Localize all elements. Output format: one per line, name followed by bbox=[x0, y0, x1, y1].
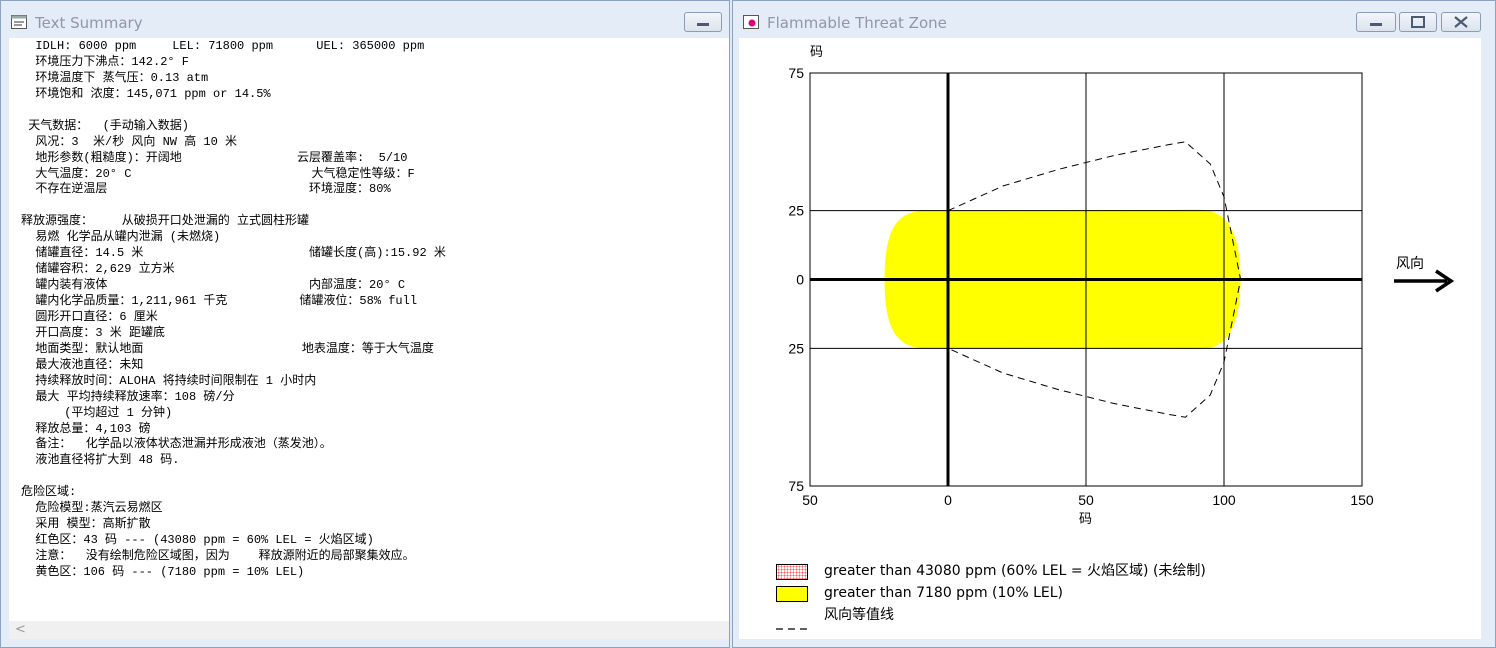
wind-direction-label: 风向 bbox=[1396, 256, 1424, 272]
window-title: Flammable Threat Zone bbox=[767, 14, 947, 32]
x-tick-label: 50 bbox=[1078, 492, 1094, 508]
y-axis-unit-label: 码 bbox=[810, 45, 823, 60]
window-title: Text Summary bbox=[35, 14, 143, 32]
maximize-icon bbox=[1411, 16, 1425, 28]
text-window-icon bbox=[11, 14, 27, 29]
y-tick-label: 25 bbox=[788, 340, 804, 356]
x-axis-unit-label: 码 bbox=[1079, 512, 1092, 527]
scroll-left-icon[interactable]: < bbox=[15, 621, 26, 639]
threat-zone-plot-panel: 75 25 0 25 75 50 0 50 100 150 码码风向 greater than 43… bbox=[739, 38, 1481, 639]
legend-swatch-dashed-line bbox=[776, 615, 808, 630]
minimize-icon bbox=[697, 23, 709, 26]
threat-zone-chart: 75250257550 0 50 100 150码码风向 bbox=[788, 45, 1455, 527]
legend-swatch-yellow-zone bbox=[776, 586, 808, 602]
maximize-button[interactable] bbox=[1399, 12, 1437, 32]
close-icon bbox=[1454, 16, 1468, 28]
threat-zone-window: Flammable Threat Zone 75 25 0 25 75 50 0 50 100 1… bbox=[732, 0, 1496, 648]
plot-window-icon bbox=[743, 14, 759, 29]
x-tick-label: 0 bbox=[944, 492, 952, 508]
wind-direction-arrow-icon bbox=[1394, 269, 1455, 293]
y-tick-label: 75 bbox=[788, 65, 804, 81]
text-summary-titlebar[interactable]: Text Summary bbox=[1, 1, 729, 37]
summary-text-area[interactable]: IDLH: 6000 ppm LEL: 71800 ppm UEL: 36500… bbox=[9, 38, 729, 629]
minimize-button[interactable] bbox=[1356, 12, 1396, 32]
text-summary-panel: IDLH: 6000 ppm LEL: 71800 ppm UEL: 36500… bbox=[9, 38, 729, 639]
y-tick-label: 0 bbox=[796, 272, 804, 288]
legend-label-contour: 风向等值线 bbox=[824, 607, 894, 623]
legend-label-red-zone: greater than 43080 ppm (60% LEL = 火焰区域) … bbox=[824, 563, 1206, 579]
minimize-button[interactable] bbox=[684, 12, 722, 32]
threat-zone-titlebar[interactable]: Flammable Threat Zone bbox=[733, 1, 1495, 37]
x-tick-label: 150 bbox=[1350, 492, 1374, 508]
legend-swatch-red-zone bbox=[776, 564, 808, 580]
x-tick-label: 50 bbox=[802, 492, 818, 508]
x-tick-label: 100 bbox=[1212, 492, 1236, 508]
y-tick-label: 25 bbox=[788, 203, 804, 219]
horizontal-scrollbar[interactable]: < bbox=[9, 621, 729, 639]
legend-label-yellow-zone: greater than 7180 ppm (10% LEL) bbox=[824, 585, 1063, 601]
text-summary-window: Text Summary IDLH: 6000 ppm LEL: 71800 p… bbox=[0, 0, 730, 648]
close-button[interactable] bbox=[1441, 12, 1481, 32]
minimize-icon bbox=[1370, 23, 1382, 26]
summary-text: IDLH: 6000 ppm LEL: 71800 ppm UEL: 36500… bbox=[21, 39, 446, 579]
